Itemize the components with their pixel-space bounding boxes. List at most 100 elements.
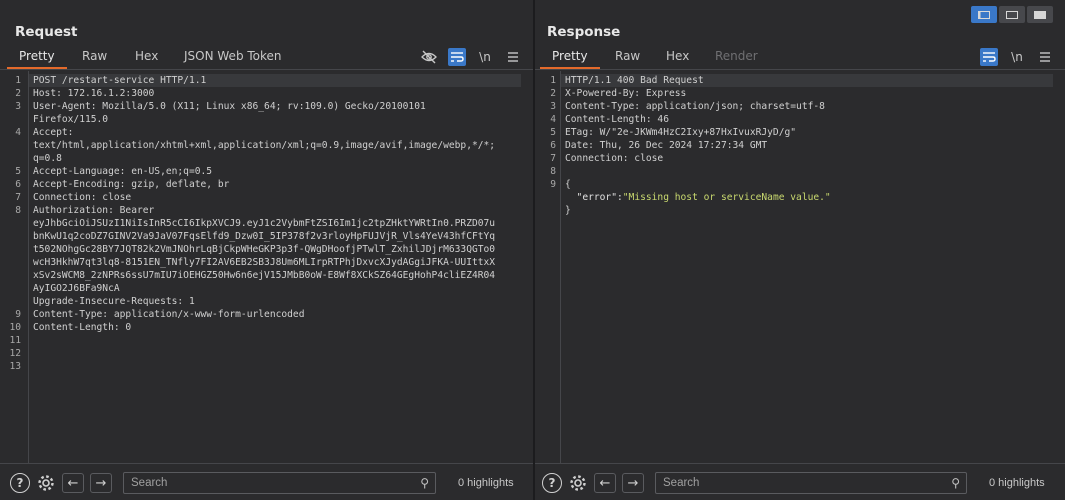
- search-input[interactable]: [656, 473, 940, 493]
- code-line: Content-Type: application/json; charset=…: [565, 101, 825, 112]
- previous-arrow-icon[interactable]: ←: [62, 472, 84, 494]
- tab-render: Render: [715, 49, 758, 63]
- search-input[interactable]: [124, 473, 409, 493]
- help-icon[interactable]: ?: [9, 472, 31, 494]
- code-line: Connection: close: [565, 153, 664, 164]
- code-line: q=0.8: [33, 153, 62, 164]
- response-code[interactable]: HTTP/1.1 400 Bad Request X-Powered-By: Ex…: [561, 71, 1053, 463]
- code-line: Accept:: [33, 127, 74, 138]
- tab-pretty[interactable]: Pretty: [540, 49, 600, 69]
- line-number: 8: [15, 205, 21, 216]
- eye-off-icon[interactable]: [420, 48, 438, 66]
- code-line: POST /restart-service HTTP/1.1: [29, 74, 521, 87]
- line-number: 10: [9, 322, 21, 333]
- response-tabbar: Pretty Raw Hex Render \n: [535, 44, 1065, 70]
- response-footer: ? ← → ⚲ 0 highlights: [535, 463, 1065, 500]
- line-number: 6: [15, 179, 21, 190]
- tab-hex[interactable]: Hex: [135, 49, 158, 63]
- line-number: 5: [15, 166, 21, 177]
- help-icon[interactable]: ?: [541, 472, 563, 494]
- newline-icon[interactable]: \n: [476, 48, 494, 66]
- code-line: HTTP/1.1 400 Bad Request: [561, 74, 1053, 87]
- highlights-count: 0 highlights: [989, 477, 1045, 489]
- request-title: Request: [15, 24, 78, 40]
- line-number: 6: [550, 140, 556, 151]
- line-number: 9: [550, 179, 556, 190]
- columns-icon: [978, 10, 990, 19]
- code-line: {: [565, 179, 571, 190]
- previous-arrow-icon[interactable]: ←: [594, 472, 616, 494]
- code-line: Accept-Language: en-US,en;q=0.5: [33, 166, 213, 177]
- response-title: Response: [547, 24, 621, 40]
- request-footer: ? ← → ⚲ 0 highlights: [0, 463, 533, 500]
- line-number: 12: [9, 348, 21, 359]
- request-editor[interactable]: 1 2 3 4 5 6 7 8 9 10 11 12 13 POST /restart-service …: [0, 71, 533, 463]
- code-line: Content-Type: application/x-www-form-url…: [33, 309, 305, 320]
- next-arrow-icon[interactable]: →: [622, 472, 644, 494]
- search-icon[interactable]: ⚲: [951, 476, 960, 490]
- code-line: Content-Length: 0: [33, 322, 132, 333]
- json-value: "Missing host or serviceName value.": [622, 192, 831, 203]
- tab-raw[interactable]: Raw: [82, 49, 107, 63]
- highlights-count: 0 highlights: [458, 477, 514, 489]
- menu-icon[interactable]: [504, 48, 522, 66]
- code-line: Accept-Encoding: gzip, deflate, br: [33, 179, 230, 190]
- line-number: 3: [550, 101, 556, 112]
- line-number: 7: [15, 192, 21, 203]
- code-line: Content-Length: 46: [565, 114, 669, 125]
- response-editor[interactable]: 1 2 3 4 5 6 7 8 9 HTTP/1.1 400 Bad Request X-Powe…: [535, 71, 1065, 463]
- line-number: 13: [9, 361, 21, 372]
- code-line: t502NOhgGc28BY7JQT82k2VmJNOhrLqBjCkpWHeG…: [33, 244, 496, 255]
- code-line: }: [565, 205, 571, 216]
- single-layout-button[interactable]: [1027, 6, 1053, 23]
- code-line: Connection: close: [33, 192, 132, 203]
- code-line: AyIGO2J6BFa9NcA: [33, 283, 120, 294]
- next-arrow-icon[interactable]: →: [90, 472, 112, 494]
- code-line: Firefox/115.0: [33, 114, 109, 125]
- stacked-layout-button[interactable]: [999, 6, 1025, 23]
- code-line: Upgrade-Insecure-Requests: 1: [33, 296, 195, 307]
- line-number: 5: [550, 127, 556, 138]
- code-line: X-Powered-By: Express: [565, 88, 687, 99]
- line-number: 4: [550, 114, 556, 125]
- line-number: 7: [550, 153, 556, 164]
- line-number: 2: [550, 88, 556, 99]
- code-line: xSv2sWCM8_2zNPRs6ssU7mIU7iOEHGZ50Hw6n6ej…: [33, 270, 496, 281]
- line-number: 2: [15, 88, 21, 99]
- tab-pretty[interactable]: Pretty: [7, 49, 67, 69]
- code-line: Date: Thu, 26 Dec 2024 17:27:34 GMT: [565, 140, 768, 151]
- code-line: eyJhbGciOiJSUzI1NiIsInR5cCI6IkpXVCJ9.eyJ…: [33, 218, 496, 229]
- side-by-side-layout-button[interactable]: [971, 6, 997, 23]
- tab-hex[interactable]: Hex: [666, 49, 689, 63]
- settings-gear-icon[interactable]: [35, 472, 57, 494]
- code-line: text/html,application/xhtml+xml,applicat…: [33, 140, 496, 151]
- settings-gear-icon[interactable]: [567, 472, 589, 494]
- request-pane: Request Pretty Raw Hex JSON Web Token \n…: [0, 0, 533, 500]
- code-line: "error":"Missing host or serviceName val…: [565, 191, 831, 204]
- json-key: "error":: [565, 192, 623, 203]
- single-icon: [1034, 10, 1046, 19]
- code-line: wcH3HkhW7qt3lq8-8151EN_TNfly7FI2AV6EB2SB…: [33, 257, 496, 268]
- code-line: bnKwU1q2coDZ7GINV2Va9JaV07FqsElfd9_Dzw0I…: [33, 231, 496, 242]
- code-line: Host: 172.16.1.2:3000: [33, 88, 155, 99]
- tab-json-web-token[interactable]: JSON Web Token: [184, 49, 282, 63]
- newline-icon[interactable]: \n: [1008, 48, 1026, 66]
- code-line: ETag: W/"2e-JKWm4HzC2Ixy+87HxIvuxRJyD/g": [565, 127, 797, 138]
- rows-icon: [1006, 10, 1018, 19]
- request-code[interactable]: POST /restart-service HTTP/1.1 Host: 172.…: [29, 71, 521, 463]
- wrap-icon[interactable]: [448, 48, 466, 66]
- wrap-icon[interactable]: [980, 48, 998, 66]
- menu-icon[interactable]: [1036, 48, 1054, 66]
- line-number: 11: [9, 335, 21, 346]
- request-tabbar: Pretty Raw Hex JSON Web Token \n: [0, 44, 533, 70]
- response-search-box: ⚲: [655, 472, 967, 494]
- line-number-gutter: 1 2 3 4 5 6 7 8 9 10 11 12 13: [0, 71, 29, 463]
- tab-raw[interactable]: Raw: [615, 49, 640, 63]
- search-icon[interactable]: ⚲: [420, 476, 429, 490]
- response-pane: Response Pretty Raw Hex Render \n 1 2 3 4 5 6…: [535, 0, 1065, 500]
- line-number: 4: [15, 127, 21, 138]
- line-number: 8: [550, 166, 556, 177]
- request-search-box: ⚲: [123, 472, 436, 494]
- code-line: Authorization: Bearer: [33, 205, 155, 216]
- line-number: 3: [15, 101, 21, 112]
